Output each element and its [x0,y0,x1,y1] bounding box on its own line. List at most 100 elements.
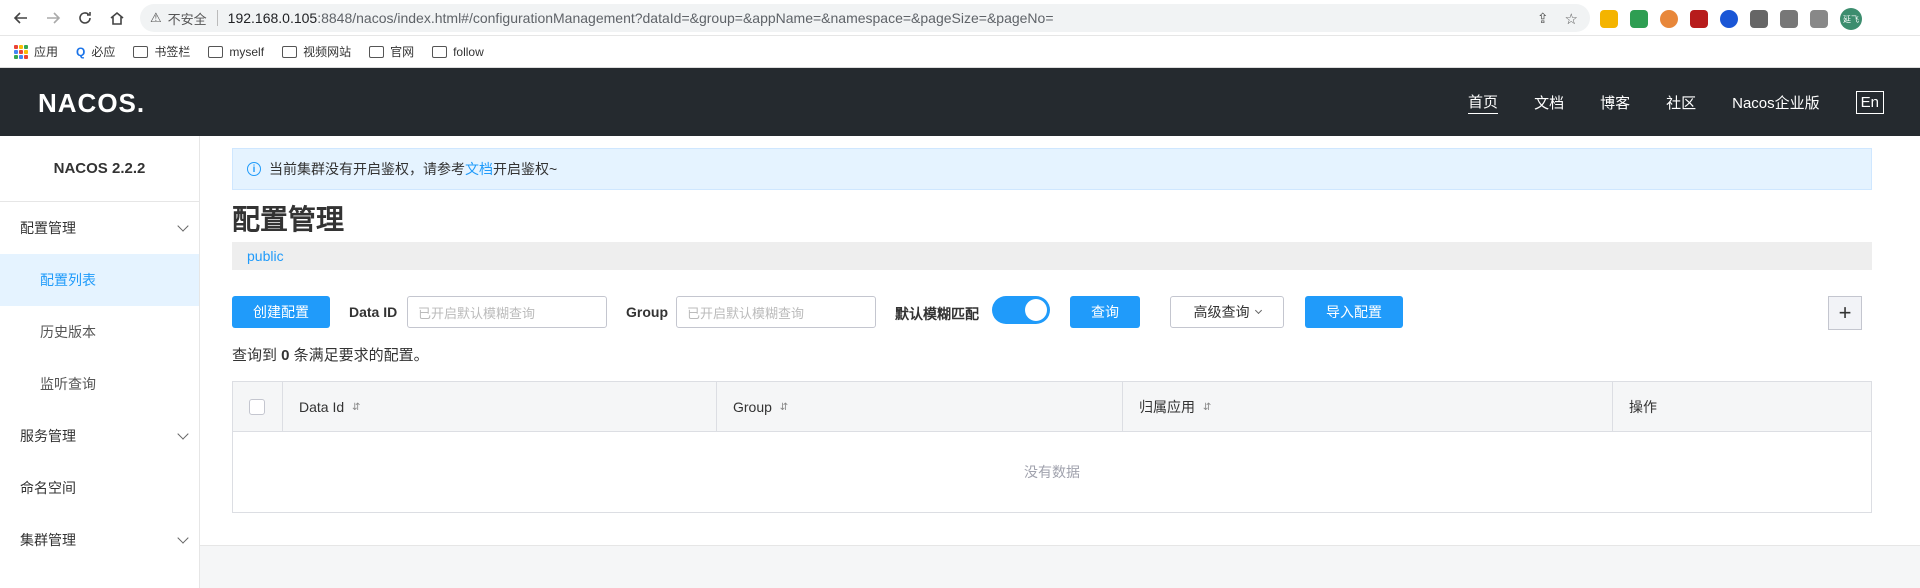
sidebar-item-cluster-management[interactable]: 集群管理 [0,514,199,566]
sidebar-item-config-list[interactable]: 配置列表 [0,254,199,306]
advanced-query-label: 高级查询 [1193,304,1250,320]
version-label: NACOS 2.2.2 [0,136,199,202]
language-toggle[interactable]: En [1855,90,1884,114]
result-count: 0 [281,347,290,364]
url-text: 192.168.0.105:8848/nacos/index.html#/con… [228,10,1054,26]
ublock-icon[interactable] [1690,10,1708,28]
fuzzy-match-toggle[interactable] [992,296,1050,324]
search-icon: Q [76,44,86,59]
sidebar-item-config-management[interactable]: 配置管理 [0,202,199,254]
tampermonkey-icon[interactable] [1660,10,1678,28]
dataid-input[interactable]: 已开启默认模糊查询 [407,296,607,328]
column-actions: 操作 [1613,382,1871,432]
auth-notice: i 当前集群没有开启鉴权，请参考文档开启鉴权~ [232,148,1872,190]
notice-prefix: 当前集群没有开启鉴权，请参考 [269,161,465,177]
bookmark-folder[interactable]: follow [432,45,484,59]
bookmark-label: 应用 [34,45,59,59]
folder-icon [208,45,224,58]
plus-icon[interactable]: + [1828,296,1862,330]
warning-icon: ⚠ [150,10,162,25]
notice-text: 当前集群没有开启鉴权，请参考文档开启鉴权~ [269,159,557,179]
search-toolbar: 创建配置 Data ID 已开启默认模糊查询 Group 已开启默认模糊查询 默… [232,296,1872,330]
bookmark-folder[interactable]: myself [208,45,264,59]
folder-icon [432,45,448,58]
column-group[interactable]: Group ⇵ [717,382,1123,432]
namespace-bar: public [232,242,1872,270]
chevron-down-icon [177,428,189,440]
bookmark-label: 官网 [390,45,415,59]
sidebar-item-service-management[interactable]: 服务管理 [0,410,199,462]
bookmark-label: 视频网站 [303,45,352,59]
column-label: Data Id [299,399,345,415]
back-icon[interactable] [10,7,32,29]
nacos-logo[interactable]: NACOS. [38,88,145,119]
sidebar-item-label: 历史版本 [40,324,96,340]
content-footer-area [200,546,1920,588]
table-header: Data Id ⇵ Group ⇵ 归属应用 ⇵ 操作 [233,382,1871,432]
select-all-checkbox[interactable] [249,399,265,415]
download-extension-icon[interactable] [1600,10,1618,28]
sort-icon[interactable]: ⇵ [1203,402,1211,413]
config-table: Data Id ⇵ Group ⇵ 归属应用 ⇵ 操作 没有数据 [232,381,1872,513]
column-app[interactable]: 归属应用 ⇵ [1123,382,1613,432]
extensions-area: 延飞 [1600,8,1862,30]
import-config-button[interactable]: 导入配置 [1305,296,1403,328]
bookmark-folder[interactable]: 视频网站 [282,43,351,60]
group-input[interactable]: 已开启默认模糊查询 [676,296,876,328]
create-config-button[interactable]: 创建配置 [232,296,330,328]
toggle-knob [1025,299,1047,321]
url-path: :8848/nacos/index.html#/configurationMan… [317,10,1054,26]
apps-grid-icon [14,44,28,59]
info-icon: i [247,162,261,176]
bookmark-folder[interactable]: 官网 [369,43,414,60]
sidebar-item-namespace[interactable]: 命名空间 [0,462,199,514]
cn-extension-icon[interactable] [1630,10,1648,28]
nav-home[interactable]: 首页 [1468,91,1499,114]
nav-enterprise[interactable]: Nacos企业版 [1732,92,1820,113]
column-label: Group [733,399,772,415]
address-bar[interactable]: ⚠ 不安全 192.168.0.105:8848/nacos/index.htm… [140,4,1590,32]
sidebar-item-history[interactable]: 历史版本 [0,306,199,358]
sort-icon[interactable]: ⇵ [780,402,788,413]
star-icon[interactable]: ☆ [1565,10,1578,28]
result-summary: 查询到 0 条满足要求的配置。 [232,344,429,365]
select-all-cell [233,382,283,432]
column-label: 操作 [1629,399,1657,415]
sidebar-item-label: 命名空间 [20,480,76,496]
bookmark-bing[interactable]: Q 必应 [76,43,115,60]
group-label: Group [626,304,668,320]
sidebar-item-listener-query[interactable]: 监听查询 [0,358,199,410]
profile-avatar[interactable]: 延飞 [1840,8,1862,30]
security-label: 不安全 [167,11,207,27]
advanced-query-button[interactable]: 高级查询 [1170,296,1284,328]
nav-docs[interactable]: 文档 [1534,92,1564,113]
bookmark-folder[interactable]: 书签栏 [133,43,190,60]
notice-suffix: 开启鉴权~ [493,161,558,177]
chevron-down-icon [1254,306,1262,315]
page-title: 配置管理 [232,204,345,235]
sidebar-item-label: 配置列表 [40,272,96,288]
forward-icon[interactable] [42,7,64,29]
nav-blog[interactable]: 博客 [1600,92,1630,113]
query-button[interactable]: 查询 [1070,296,1140,328]
column-dataid[interactable]: Data Id ⇵ [283,382,717,432]
security-indicator[interactable]: ⚠ 不安全 [150,9,207,28]
puzzle-icon[interactable] [1750,10,1768,28]
sort-icon[interactable]: ⇵ [352,402,360,413]
namespace-public[interactable]: public [247,248,284,264]
notice-docs-link[interactable]: 文档 [465,161,493,177]
nav-community[interactable]: 社区 [1666,92,1696,113]
bookmark-label: follow [453,44,484,59]
reload-icon[interactable] [74,7,96,29]
browser-toolbar: ⚠ 不安全 192.168.0.105:8848/nacos/index.htm… [0,0,1920,36]
bookmark-label: myself [229,44,265,59]
home-icon[interactable] [106,7,128,29]
share-icon[interactable]: ⇪ [1537,10,1549,28]
vpn-extension-icon[interactable] [1720,10,1738,28]
sidebar-item-label: 集群管理 [20,532,76,548]
reading-list-icon[interactable] [1780,10,1798,28]
folder-icon [133,45,149,58]
bookmark-apps[interactable]: 应用 [14,43,58,60]
url-actions: ⇪ ☆ [1537,10,1578,28]
sidepanel-icon[interactable] [1810,10,1828,28]
